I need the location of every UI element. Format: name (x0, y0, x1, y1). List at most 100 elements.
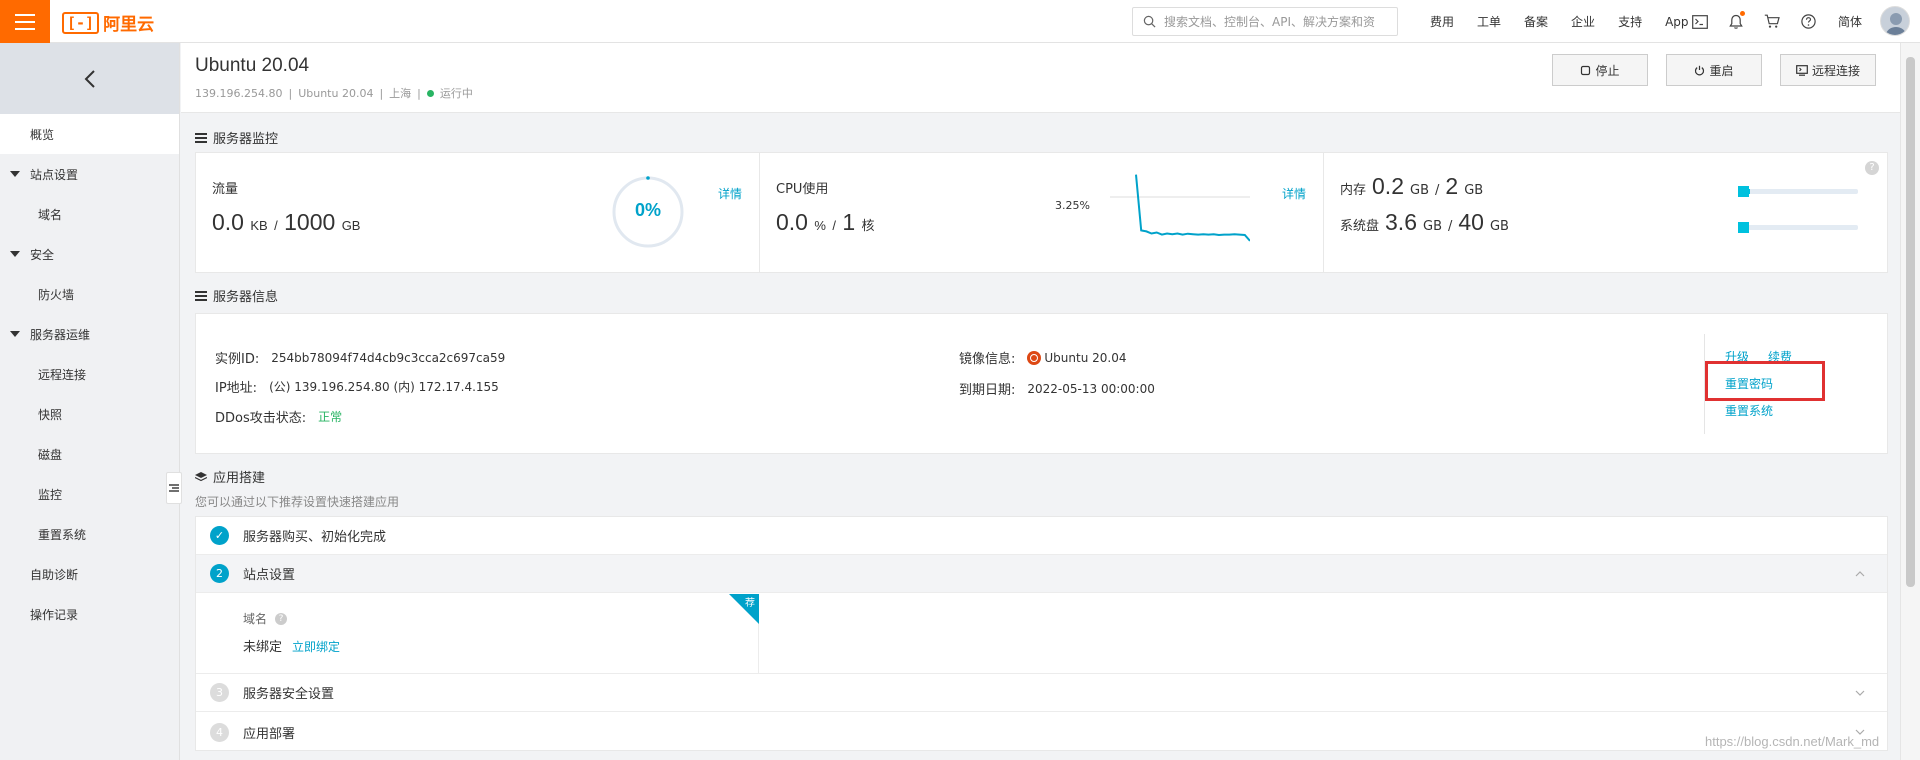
language-switch[interactable]: 简体 (1838, 13, 1862, 30)
logo-mark: [-] (62, 11, 100, 34)
image-label: 镜像信息: (959, 352, 1016, 367)
help-icon[interactable]: ? (1865, 161, 1879, 175)
bell-icon[interactable] (1727, 10, 1745, 31)
ubuntu-icon (1027, 350, 1042, 365)
page-title: Ubuntu 20.04 (195, 55, 310, 76)
setup-steps: ✓ 服务器购买、初始化完成 2 站点设置 域名 ? 未绑定 立即绑定 荐 3 服… (195, 516, 1888, 751)
cpu-used: 0.0 (776, 209, 808, 235)
step-2-label: 站点设置 (243, 568, 296, 583)
sidebar-item-4[interactable]: 防火墙 (0, 274, 179, 314)
restart-button[interactable]: 重启 (1666, 54, 1762, 86)
sidebar-item-8[interactable]: 磁盘 (0, 434, 179, 474)
reset-system-link[interactable]: 重置系统 (1725, 402, 1773, 419)
ddos-label: DDos攻击状态: (215, 411, 307, 426)
terminal-icon[interactable] (1691, 13, 1709, 31)
resource-panel: 内存 0.2 GB / 2 GB 系统盘 3.6 GB / 40 GB ? (1324, 153, 1887, 272)
info-section-title: 服务器信息 (195, 286, 278, 305)
aliyun-logo[interactable]: [-] 阿里云 (62, 10, 154, 35)
avatar[interactable] (1880, 6, 1910, 36)
sidebar-item-1[interactable]: 站点设置 (0, 154, 179, 194)
ip-value: (公) 139.196.254.80 (内) 172.17.4.155 (269, 380, 499, 394)
nav-app[interactable]: App (1665, 15, 1688, 29)
sidebar-item-6[interactable]: 远程连接 (0, 354, 179, 394)
sidebar-item-5[interactable]: 服务器运维 (0, 314, 179, 354)
step-4[interactable]: 4 应用部署 (196, 713, 1887, 751)
search-input[interactable] (1164, 14, 1384, 29)
step-4-number: 4 (210, 722, 229, 742)
nav-billing[interactable]: 费用 (1430, 13, 1454, 30)
search-box (1132, 7, 1398, 36)
restart-label: 重启 (1709, 63, 1734, 78)
sidebar-item-9[interactable]: 监控 (0, 474, 179, 514)
cpu-panel: CPU使用 0.0 % / 1 核 3.25% 详情 (760, 153, 1324, 272)
nav-enterprise[interactable]: 企业 (1571, 13, 1595, 30)
cpu-used-unit: % (814, 218, 826, 233)
bind-domain-link[interactable]: 立即绑定 (292, 638, 340, 655)
nav-tickets[interactable]: 工单 (1477, 13, 1501, 30)
remote-label: 远程连接 (1811, 63, 1860, 78)
traffic-value: 0.0 KB / 1000 GB (212, 209, 361, 235)
remote-icon (1796, 64, 1808, 76)
sidebar-item-label: 防火墙 (38, 287, 75, 302)
traffic-total-unit: GB (341, 218, 361, 233)
disk-label: 系统盘 (1340, 219, 1380, 234)
step-1[interactable]: ✓ 服务器购买、初始化完成 (196, 517, 1887, 555)
stop-button[interactable]: 停止 (1552, 54, 1648, 86)
hamburger-menu-button[interactable] (0, 0, 50, 43)
instance-id-value: 254bb78094f74d4cb9c3cca2c697ca59 (271, 350, 506, 365)
top-nav: 费用 工单 备案 企业 支持 App (1430, 0, 1712, 43)
question-icon[interactable]: ? (275, 612, 288, 625)
app-subtitle: 您可以通过以下推荐设置快速搭建应用 (195, 495, 400, 509)
scrollbar-thumb[interactable] (1906, 57, 1915, 587)
step-3[interactable]: 3 服务器安全设置 (196, 674, 1887, 712)
sidebar-item-2[interactable]: 域名 (0, 194, 179, 234)
sidebar-item-label: 域名 (38, 207, 63, 222)
sidebar-item-7[interactable]: 快照 (0, 394, 179, 434)
disk-row: 系统盘 3.6 GB / 40 GB (1340, 209, 1509, 235)
sidebar-item-11[interactable]: 自助诊断 (0, 554, 179, 594)
nav-support[interactable]: 支持 (1618, 13, 1642, 30)
expire-label: 到期日期: (959, 383, 1016, 398)
ip-label: IP地址: (215, 381, 258, 396)
help-circle-icon[interactable] (1799, 13, 1817, 31)
caret-down-icon (10, 331, 20, 337)
memory-bar (1738, 186, 1858, 197)
sidebar-item-0[interactable]: 概览 (0, 114, 179, 154)
back-button[interactable] (0, 43, 179, 114)
traffic-used-unit: KB (250, 218, 268, 233)
sidebar-item-label: 快照 (38, 407, 63, 422)
sidebar-item-label: 重置系统 (38, 527, 87, 542)
cpu-detail-link[interactable]: 详情 (1282, 185, 1306, 202)
page-header: Ubuntu 20.04 139.196.254.80 | Ubuntu 20.0… (181, 43, 1900, 113)
domain-label-row: 域名 ? (243, 610, 288, 627)
sidebar-item-label: 概览 (30, 127, 55, 142)
cpu-value: 0.0 % / 1 核 (776, 209, 875, 235)
page-scrollbar[interactable] (1900, 43, 1920, 760)
monitor-card: 流量 0.0 KB / 1000 GB 0% 详情 CPU使用 0.0 % / … (195, 152, 1888, 273)
stop-label: 停止 (1595, 63, 1620, 78)
sidebar-item-label: 自助诊断 (30, 567, 79, 582)
domain-box: 域名 ? 未绑定 立即绑定 荐 (196, 594, 759, 674)
remote-connect-button[interactable]: 远程连接 (1780, 54, 1876, 86)
disk-total-unit: GB (1489, 219, 1509, 234)
sidebar-item-label: 操作记录 (30, 607, 79, 622)
chevron-down-icon (1855, 690, 1865, 696)
power-icon (1695, 65, 1705, 75)
sidebar-item-12[interactable]: 操作记录 (0, 594, 179, 634)
nav-icp[interactable]: 备案 (1524, 13, 1548, 30)
sidebar-item-3[interactable]: 安全 (0, 234, 179, 274)
sidebar-item-10[interactable]: 重置系统 (0, 514, 179, 554)
cpu-total-unit: 核 (861, 218, 875, 233)
cart-icon[interactable] (1763, 13, 1781, 31)
step-2[interactable]: 2 站点设置 (196, 555, 1887, 593)
stop-icon (1581, 65, 1591, 75)
sidebar-menu: 概览站点设置域名安全防火墙服务器运维 远程连接快照磁盘 监控重置系统自助诊断操作记录 (0, 114, 179, 634)
ddos-row: DDos攻击状态: 正常 (215, 407, 342, 426)
site-settings-body: 域名 ? 未绑定 立即绑定 荐 (196, 594, 1887, 674)
sidebar-collapse-handle[interactable] (166, 472, 182, 504)
expire-row: 到期日期: 2022-05-13 00:00:00 (959, 379, 1155, 399)
app-title-text: 应用搭建 (213, 471, 266, 486)
image-row: 镜像信息: Ubuntu 20.04 (959, 348, 1126, 367)
traffic-detail-link[interactable]: 详情 (718, 185, 742, 202)
top-bar: [-] 阿里云 费用 工单 备案 企业 支持 App 简体 (0, 0, 1920, 43)
